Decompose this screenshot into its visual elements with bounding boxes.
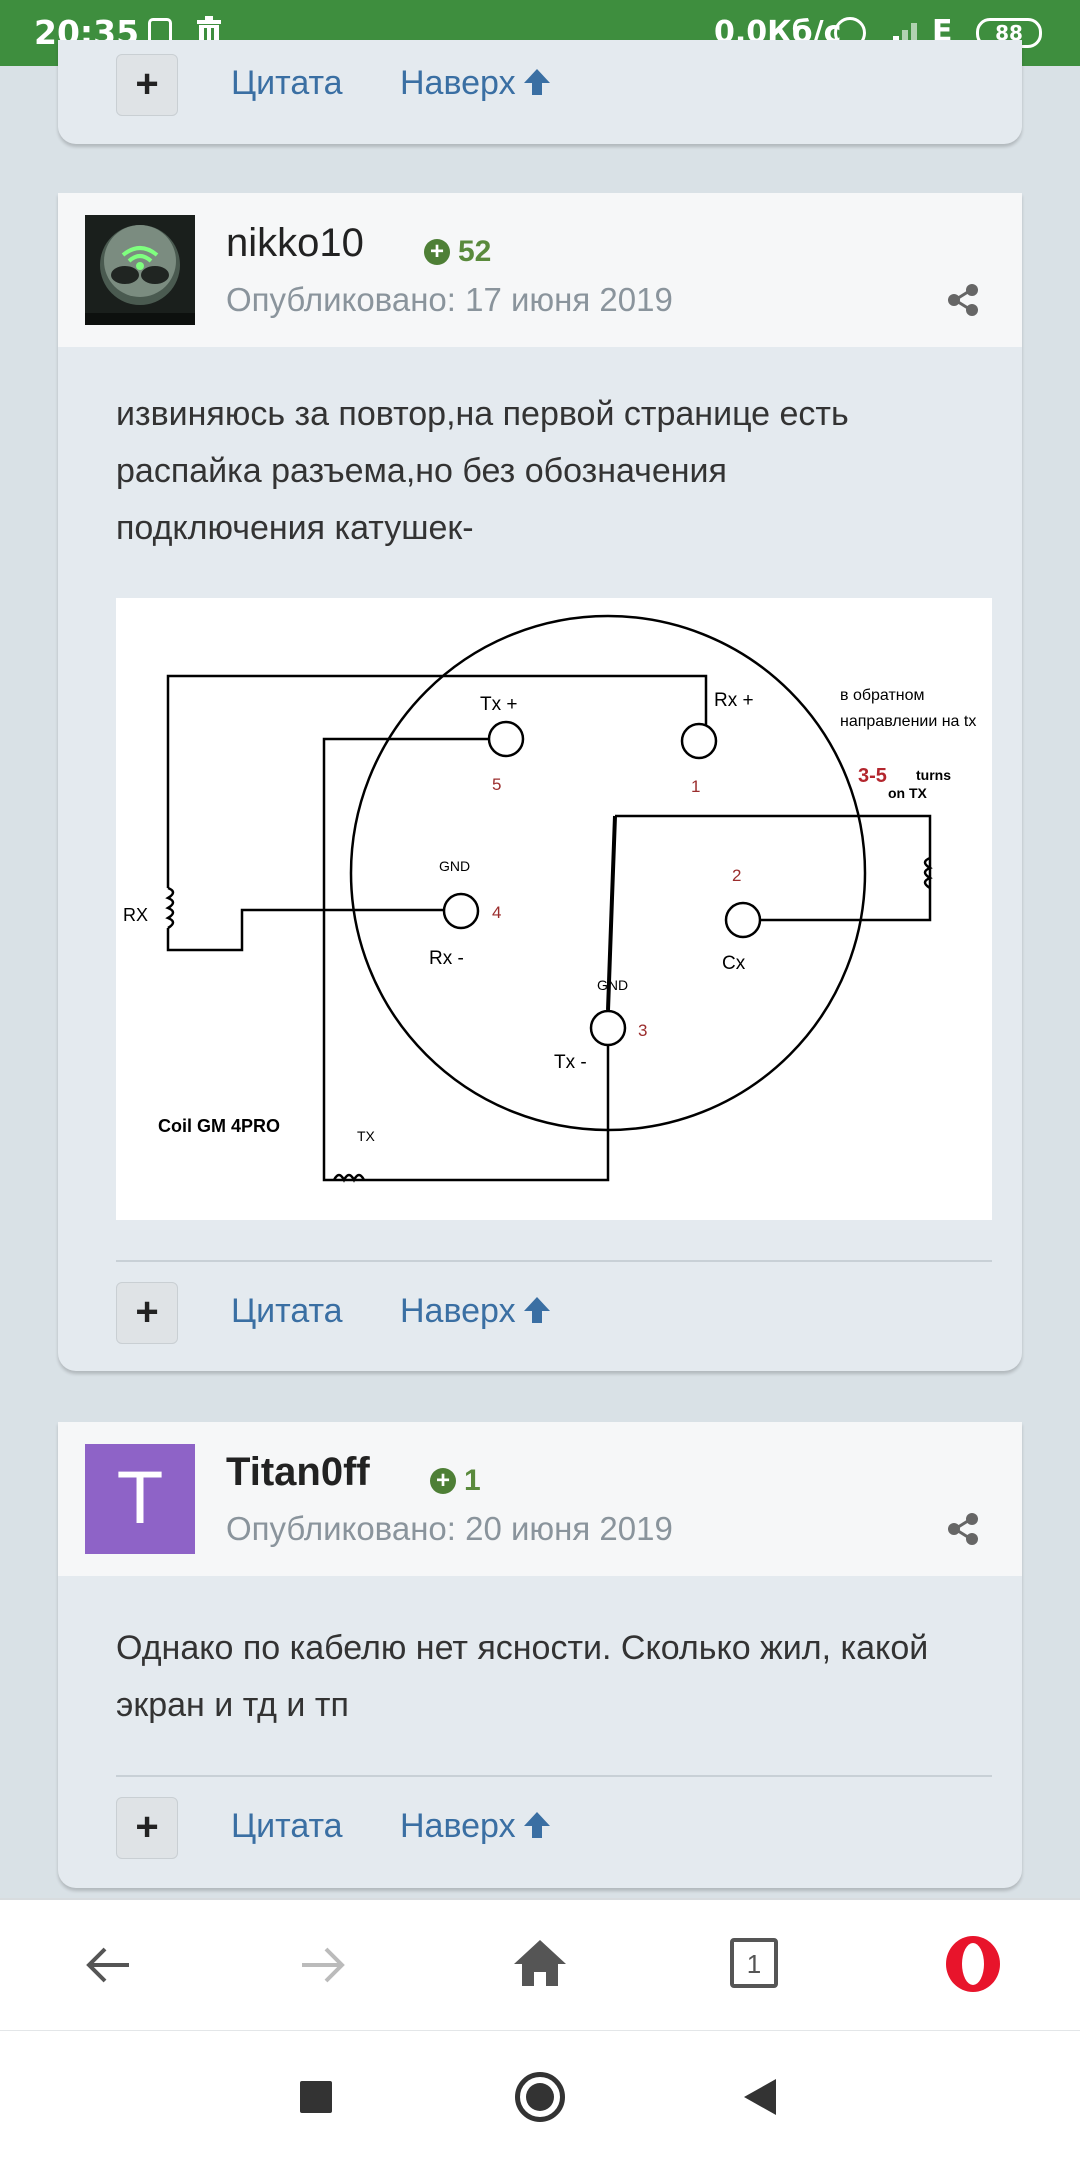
opera-icon[interactable] <box>943 1934 1003 1994</box>
plus-button[interactable]: + <box>116 54 178 116</box>
label-rx-plus: Rx + <box>714 690 754 711</box>
label-turns-num: 3-5 <box>858 765 887 787</box>
top-link[interactable]: Наверх <box>400 1292 552 1331</box>
post-text-line: Однако по кабелю нет ясности. Сколько жи… <box>116 1629 929 1667</box>
up-arrow-icon <box>523 1812 550 1838</box>
label-tx-plus: Tx + <box>480 694 517 715</box>
plus-button[interactable]: + <box>116 1797 178 1859</box>
post-card-previous: + Цитата Наверх <box>58 40 1022 144</box>
label-tx: TX <box>357 1128 376 1144</box>
label-pin-1: 1 <box>691 777 700 796</box>
home-circle-dot <box>526 2083 554 2111</box>
author-name[interactable]: Titan0ff <box>226 1450 370 1495</box>
label-note-1: в обратном <box>840 687 925 704</box>
recent-apps-icon[interactable] <box>300 2081 332 2113</box>
plus-circle-icon: + <box>424 239 450 265</box>
post-card: nikko10 +52 Опубликовано: 17 июня 2019 и… <box>58 193 1022 1371</box>
label-gnd-left: GND <box>439 858 470 874</box>
post-text-line: подключения катушек- <box>116 509 474 547</box>
label-tx-minus: Tx - <box>554 1052 587 1073</box>
plus-button[interactable]: + <box>116 1282 178 1344</box>
post-text-line: извиняюсь за повтор,на первой странице е… <box>116 395 849 433</box>
back-triangle-icon[interactable] <box>742 2077 778 2117</box>
post-card: T Titan0ff +1 Опубликовано: 20 июня 2019… <box>58 1422 1022 1888</box>
forward-arrow-icon[interactable] <box>298 1940 348 1990</box>
label-pin-3: 3 <box>638 1021 647 1040</box>
top-link-label: Наверх <box>400 1807 516 1845</box>
avatar-letter: T <box>118 1458 162 1540</box>
quote-link[interactable]: Цитата <box>231 1292 343 1331</box>
top-link-label: Наверх <box>400 1292 516 1330</box>
published-date: Опубликовано: 17 июня 2019 <box>226 281 673 318</box>
label-pin-4: 4 <box>492 903 501 922</box>
post-header: nikko10 +52 Опубликовано: 17 июня 2019 <box>58 193 1022 347</box>
browser-nav-bar: 1 <box>0 1898 1080 2032</box>
reputation-count: 1 <box>464 1464 481 1497</box>
published-date: Опубликовано: 20 июня 2019 <box>226 1510 673 1547</box>
tabs-icon[interactable]: 1 <box>730 1938 778 1988</box>
avatar[interactable] <box>85 215 195 325</box>
label-rx: RX <box>123 905 148 925</box>
avatar[interactable]: T <box>85 1444 195 1554</box>
post-text: извиняюсь за повтор,на первой странице е… <box>116 386 996 557</box>
up-arrow-icon <box>523 1297 550 1323</box>
top-link[interactable]: Наверх <box>400 64 552 103</box>
divider <box>116 1775 992 1777</box>
reputation-badge: +52 <box>424 235 491 269</box>
author-name[interactable]: nikko10 <box>226 221 364 266</box>
label-on-tx: on TX <box>888 785 928 801</box>
label-turns: turns <box>916 767 951 783</box>
label-note-2: направлении на tx <box>840 713 976 730</box>
label-rx-minus: Rx - <box>429 948 464 969</box>
plus-circle-icon: + <box>430 1468 456 1494</box>
divider <box>116 1260 992 1262</box>
post-text-line: экран и тд и тп <box>116 1686 349 1724</box>
quote-link[interactable]: Цитата <box>231 64 343 103</box>
post-text-line: распайка разъема,но без обозначения <box>116 452 727 490</box>
share-icon[interactable] <box>946 1512 980 1546</box>
home-circle-icon[interactable] <box>515 2072 565 2122</box>
coil-wiring-diagram[interactable]: Tx + Rx + в обратном направлении на tx 3… <box>116 598 992 1220</box>
quote-link[interactable]: Цитата <box>231 1807 343 1846</box>
share-icon[interactable] <box>946 283 980 317</box>
back-arrow-icon[interactable] <box>83 1940 133 1990</box>
top-link[interactable]: Наверх <box>400 1807 552 1846</box>
up-arrow-icon <box>523 69 550 95</box>
post-text: Однако по кабелю нет ясности. Сколько жи… <box>116 1620 996 1734</box>
label-coil: Coil GM 4PRO <box>158 1116 280 1136</box>
reputation-count: 52 <box>458 235 492 268</box>
home-icon[interactable] <box>512 1938 568 1988</box>
system-nav-bar <box>0 2030 1080 2161</box>
label-gnd-bottom: GND <box>597 977 628 993</box>
label-pin-2: 2 <box>732 866 741 885</box>
post-header: T Titan0ff +1 Опубликовано: 20 июня 2019 <box>58 1422 1022 1576</box>
label-pin-5: 5 <box>492 775 501 794</box>
tabs-count: 1 <box>746 1949 762 1979</box>
label-cx: Cx <box>722 953 746 974</box>
top-link-label: Наверх <box>400 64 516 102</box>
reputation-badge: +1 <box>430 1464 481 1498</box>
